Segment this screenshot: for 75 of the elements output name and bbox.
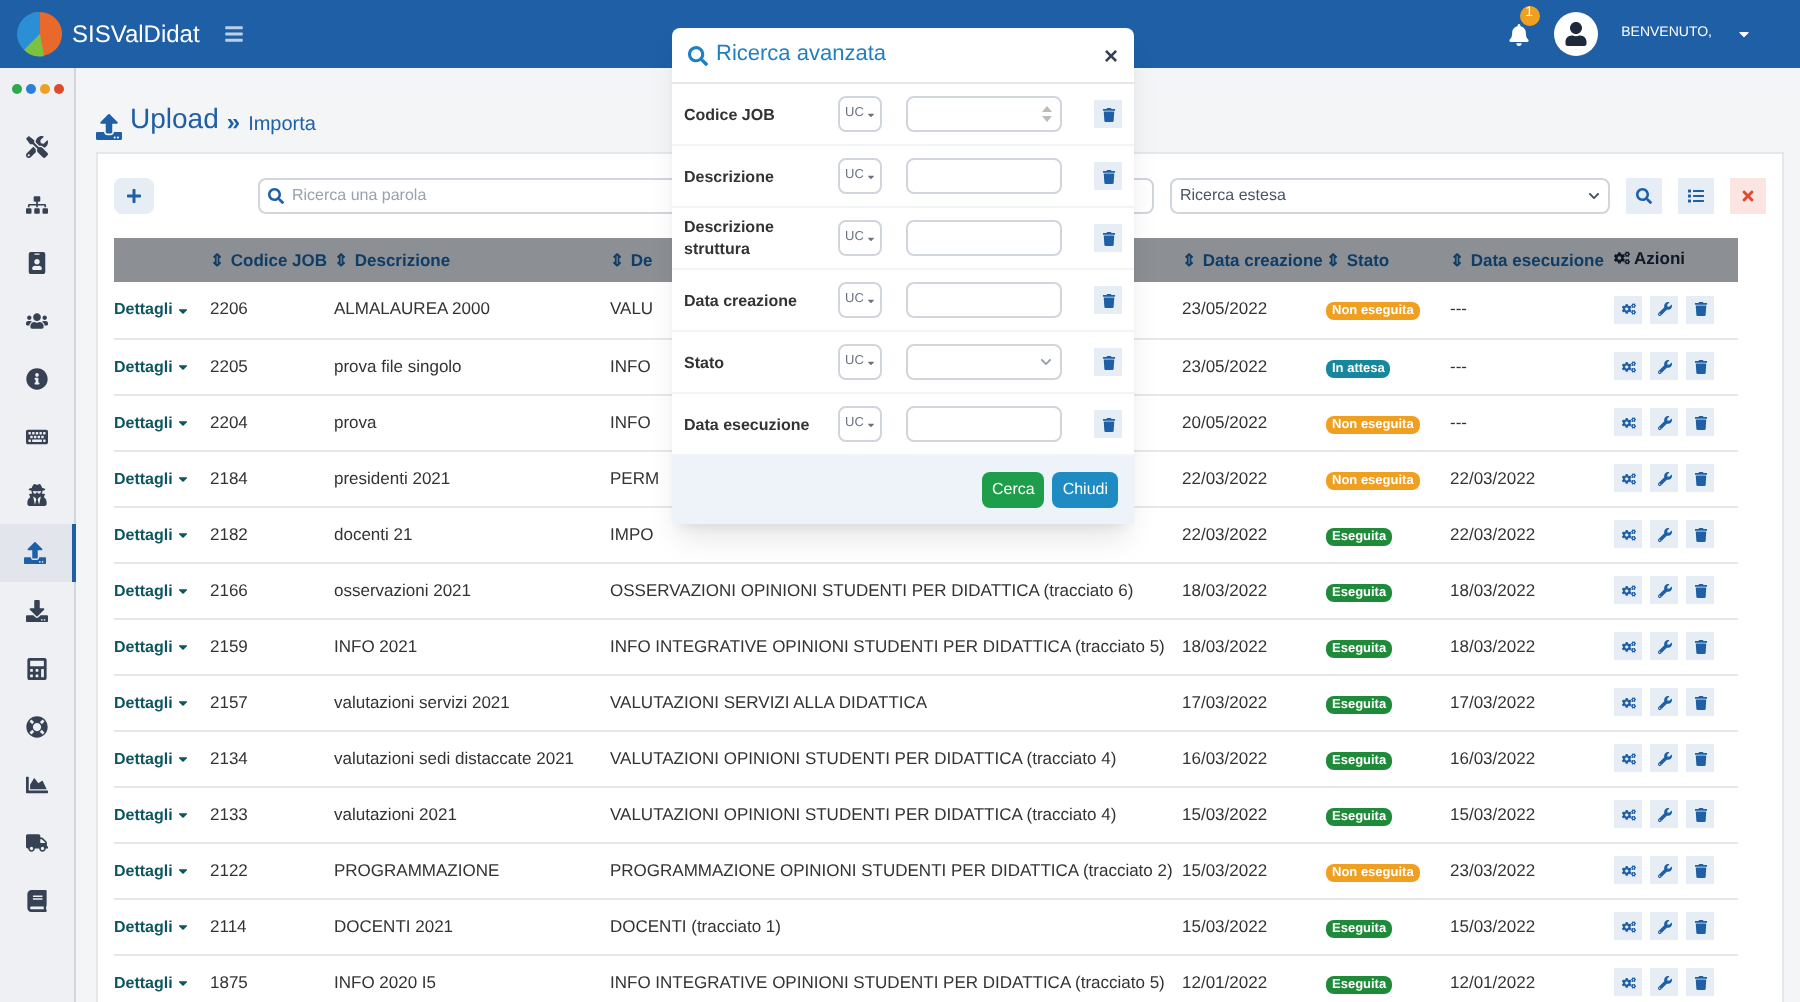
table-cell: 12/01/2022	[1182, 971, 1268, 992]
table-cell: DOCENTI (tracciato 1)	[610, 915, 781, 936]
table-cell: ALMALAUREA 2000	[334, 298, 490, 319]
table-cell: 18/03/2022	[1450, 579, 1536, 600]
table-cell: docenti 21	[334, 523, 413, 544]
field-label: Data esecuzione	[684, 413, 812, 435]
table-cell: 18/03/2022	[1182, 635, 1268, 656]
table-cell: 15/03/2022	[1450, 803, 1536, 824]
table-cell: PROGRAMMAZIONE	[334, 859, 500, 880]
table-cell: osservazioni 2021	[334, 579, 472, 600]
table-cell: 2205	[210, 355, 248, 376]
breadcrumb-separator: »	[226, 106, 241, 140]
table-cell: 18/03/2022	[1182, 579, 1268, 600]
table-cell: VALUTAZIONI OPINIONI STUDENTI PER DIDATTICA (tracciato 4)	[610, 803, 1117, 824]
table-cell: PERM	[610, 467, 660, 488]
table-cell: INFO INTEGRATIVE OPINIONI STUDENTI PER DIDATTICA (tracciato 5)	[610, 971, 1165, 992]
table-cell: 2182	[210, 523, 248, 544]
table-cell: 22/03/2022	[1450, 467, 1536, 488]
table-cell: 16/03/2022	[1450, 747, 1536, 768]
table-cell: VALU	[610, 298, 654, 319]
table-cell: DOCENTI 2021	[334, 915, 454, 936]
table-cell: 16/03/2022	[1182, 747, 1268, 768]
app-name: SISValDidat	[72, 18, 200, 52]
table-cell: 22/03/2022	[1450, 523, 1536, 544]
table-cell: 23/05/2022	[1182, 298, 1268, 319]
dialog-title: Ricerca avanzata	[716, 40, 886, 71]
table-cell: 17/03/2022	[1450, 691, 1536, 712]
table-cell: INFO	[610, 411, 651, 432]
breadcrumb-page: Importa	[248, 112, 316, 140]
table-cell: 1875	[210, 971, 248, 992]
table-cell: 20/05/2022	[1182, 411, 1268, 432]
table-cell: ---	[1450, 411, 1467, 432]
table-cell: 2133	[210, 803, 248, 824]
table-cell: prova file singolo	[334, 355, 462, 376]
field-label: Codice JOB	[684, 103, 777, 125]
table-cell: 2206	[210, 298, 248, 319]
table-cell: 22/03/2022	[1182, 523, 1268, 544]
table-cell: 2159	[210, 635, 248, 656]
table-cell: 22/03/2022	[1182, 467, 1268, 488]
table-cell: IMPO	[610, 523, 654, 544]
table-cell: 2157	[210, 691, 248, 712]
field-label: Descrizione struttura	[684, 216, 776, 260]
table-cell: 2166	[210, 579, 248, 600]
table-cell: INFO 2020 I5	[334, 971, 437, 992]
table-cell: valutazioni servizi 2021	[334, 691, 510, 712]
table-cell: 15/03/2022	[1182, 803, 1268, 824]
table-cell: 17/03/2022	[1182, 691, 1268, 712]
field-label: Data creazione	[684, 289, 799, 311]
table-cell: ---	[1450, 355, 1467, 376]
table-cell: valutazioni sedi distaccate 2021	[334, 747, 575, 768]
table-cell: ---	[1450, 298, 1467, 319]
table-cell: VALUTAZIONI OPINIONI STUDENTI PER DIDATTICA (tracciato 4)	[610, 747, 1117, 768]
table-cell: presidenti 2021	[334, 467, 451, 488]
table-cell: INFO	[610, 355, 651, 376]
table-cell: INFO 2021	[334, 635, 418, 656]
table-cell: 23/05/2022	[1182, 355, 1268, 376]
field-label: Stato	[684, 351, 726, 373]
table-cell: VALUTAZIONI SERVIZI ALLA DIDATTICA	[610, 691, 928, 712]
table-cell: PROGRAMMAZIONE OPINIONI STUDENTI PER DIDATTICA (tracciato 2)	[610, 859, 1173, 880]
table-cell: valutazioni 2021	[334, 803, 457, 824]
table-cell: INFO INTEGRATIVE OPINIONI STUDENTI PER DIDATTICA (tracciato 5)	[610, 635, 1165, 656]
table-cell: 12/01/2022	[1450, 971, 1536, 992]
table-cell: 23/03/2022	[1450, 859, 1536, 880]
table-cell: prova	[334, 411, 377, 432]
table-cell: 2184	[210, 467, 248, 488]
table-cell: 2122	[210, 859, 248, 880]
table-cell: OSSERVAZIONI OPINIONI STUDENTI PER DIDATTICA (tracciato 6)	[610, 579, 1134, 600]
table-cell: 15/03/2022	[1182, 859, 1268, 880]
table-cell: 15/03/2022	[1182, 915, 1268, 936]
table-cell: 18/03/2022	[1450, 635, 1536, 656]
table-cell: 15/03/2022	[1450, 915, 1536, 936]
field-label: Descrizione	[684, 165, 776, 187]
table-cell: 2114	[210, 915, 247, 936]
table-cell: 2134	[210, 747, 248, 768]
table-cell: 2204	[210, 411, 248, 432]
